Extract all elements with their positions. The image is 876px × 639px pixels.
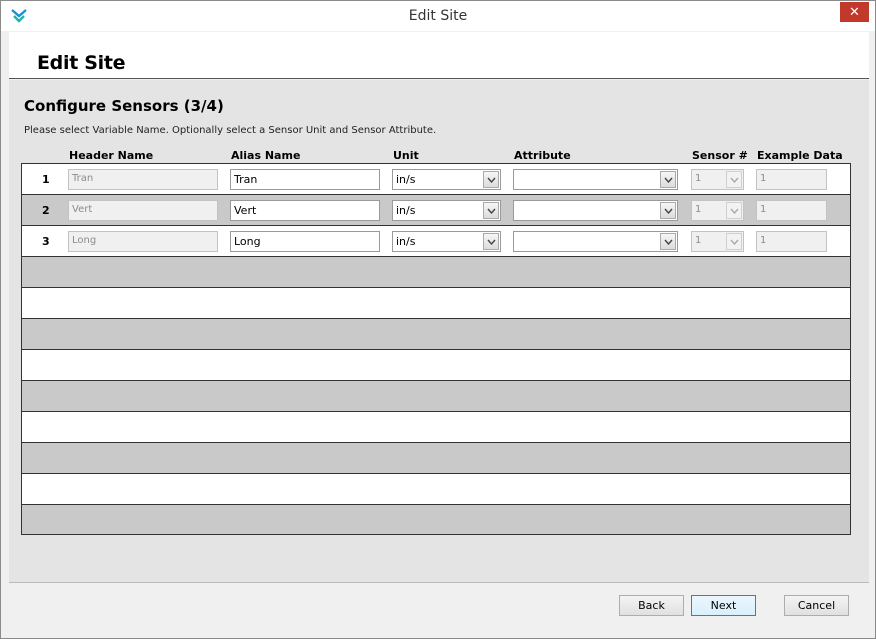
column-header-sensor-number: Sensor # [692, 149, 748, 162]
title-bar: Edit Site ✕ [1, 1, 875, 31]
unit-select[interactable]: in/s [392, 200, 501, 221]
header-name-field: Long [68, 231, 218, 252]
edit-site-window: Edit Site ✕ Edit Site Configure Sensors … [0, 0, 876, 639]
sensor-number-select: 1 [691, 200, 744, 221]
window-title: Edit Site [408, 8, 468, 24]
unit-select[interactable]: in/s [392, 231, 501, 252]
header-name-field: Vert [68, 200, 218, 221]
empty-row [22, 319, 850, 350]
column-header-unit: Unit [393, 149, 419, 162]
table-row: 3 Long Long in/s 1 1 [22, 226, 850, 257]
empty-row [22, 474, 850, 505]
header-name-field: Tran [68, 169, 218, 190]
column-header-header-name: Header Name [69, 149, 154, 162]
column-header-example-data: Example Data [757, 149, 843, 162]
empty-row [22, 257, 850, 288]
chevron-down-icon [726, 202, 742, 219]
section-title: Configure Sensors (3/4) [24, 97, 224, 115]
column-header-attribute: Attribute [514, 149, 571, 162]
empty-row [22, 412, 850, 443]
example-data-field: 1 [756, 169, 827, 190]
next-button[interactable]: Next [691, 595, 756, 616]
alias-name-input[interactable]: Vert [230, 200, 380, 221]
sensor-grid: 1 Tran Tran in/s 1 1 2 Vert Vert in/s 1 … [21, 163, 851, 535]
page-title: Edit Site [37, 52, 126, 74]
cancel-button[interactable]: Cancel [784, 595, 849, 616]
chevron-down-icon[interactable] [483, 202, 499, 219]
close-button[interactable]: ✕ [840, 2, 869, 22]
chevron-down-icon [726, 233, 742, 250]
table-row: 1 Tran Tran in/s 1 1 [22, 164, 850, 195]
column-header-alias-name: Alias Name [231, 149, 301, 162]
sensor-number-select: 1 [691, 231, 744, 252]
attribute-select[interactable] [513, 169, 678, 190]
chevron-down-icon[interactable] [483, 171, 499, 188]
chevron-down-icon[interactable] [660, 233, 676, 250]
unit-value: in/s [396, 204, 416, 217]
sensor-number-select: 1 [691, 169, 744, 190]
empty-row [22, 288, 850, 319]
alias-name-input[interactable]: Long [230, 231, 380, 252]
header-panel: Edit Site [9, 32, 869, 79]
unit-select[interactable]: in/s [392, 169, 501, 190]
row-number: 1 [42, 173, 50, 186]
alias-name-input[interactable]: Tran [230, 169, 380, 190]
row-number: 3 [42, 235, 50, 248]
example-data-field: 1 [756, 231, 827, 252]
sensor-number-value: 1 [695, 235, 702, 246]
unit-value: in/s [396, 235, 416, 248]
sensor-number-value: 1 [695, 173, 702, 184]
chevron-down-icon[interactable] [660, 171, 676, 188]
row-number: 2 [42, 204, 50, 217]
chevron-down-icon[interactable] [660, 202, 676, 219]
chevron-down-icon [726, 171, 742, 188]
unit-value: in/s [396, 173, 416, 186]
attribute-select[interactable] [513, 231, 678, 252]
attribute-select[interactable] [513, 200, 678, 221]
instructions-text: Please select Variable Name. Optionally … [24, 125, 437, 136]
sensor-number-value: 1 [695, 204, 702, 215]
back-button[interactable]: Back [619, 595, 684, 616]
footer-bar: Back Next Cancel [9, 582, 869, 634]
chevron-down-icon[interactable] [483, 233, 499, 250]
example-data-field: 1 [756, 200, 827, 221]
empty-row [22, 350, 850, 381]
content-panel: Configure Sensors (3/4) Please select Va… [9, 80, 869, 582]
table-row: 2 Vert Vert in/s 1 1 [22, 195, 850, 226]
empty-row [22, 381, 850, 412]
empty-row [22, 443, 850, 474]
empty-row [22, 505, 850, 534]
